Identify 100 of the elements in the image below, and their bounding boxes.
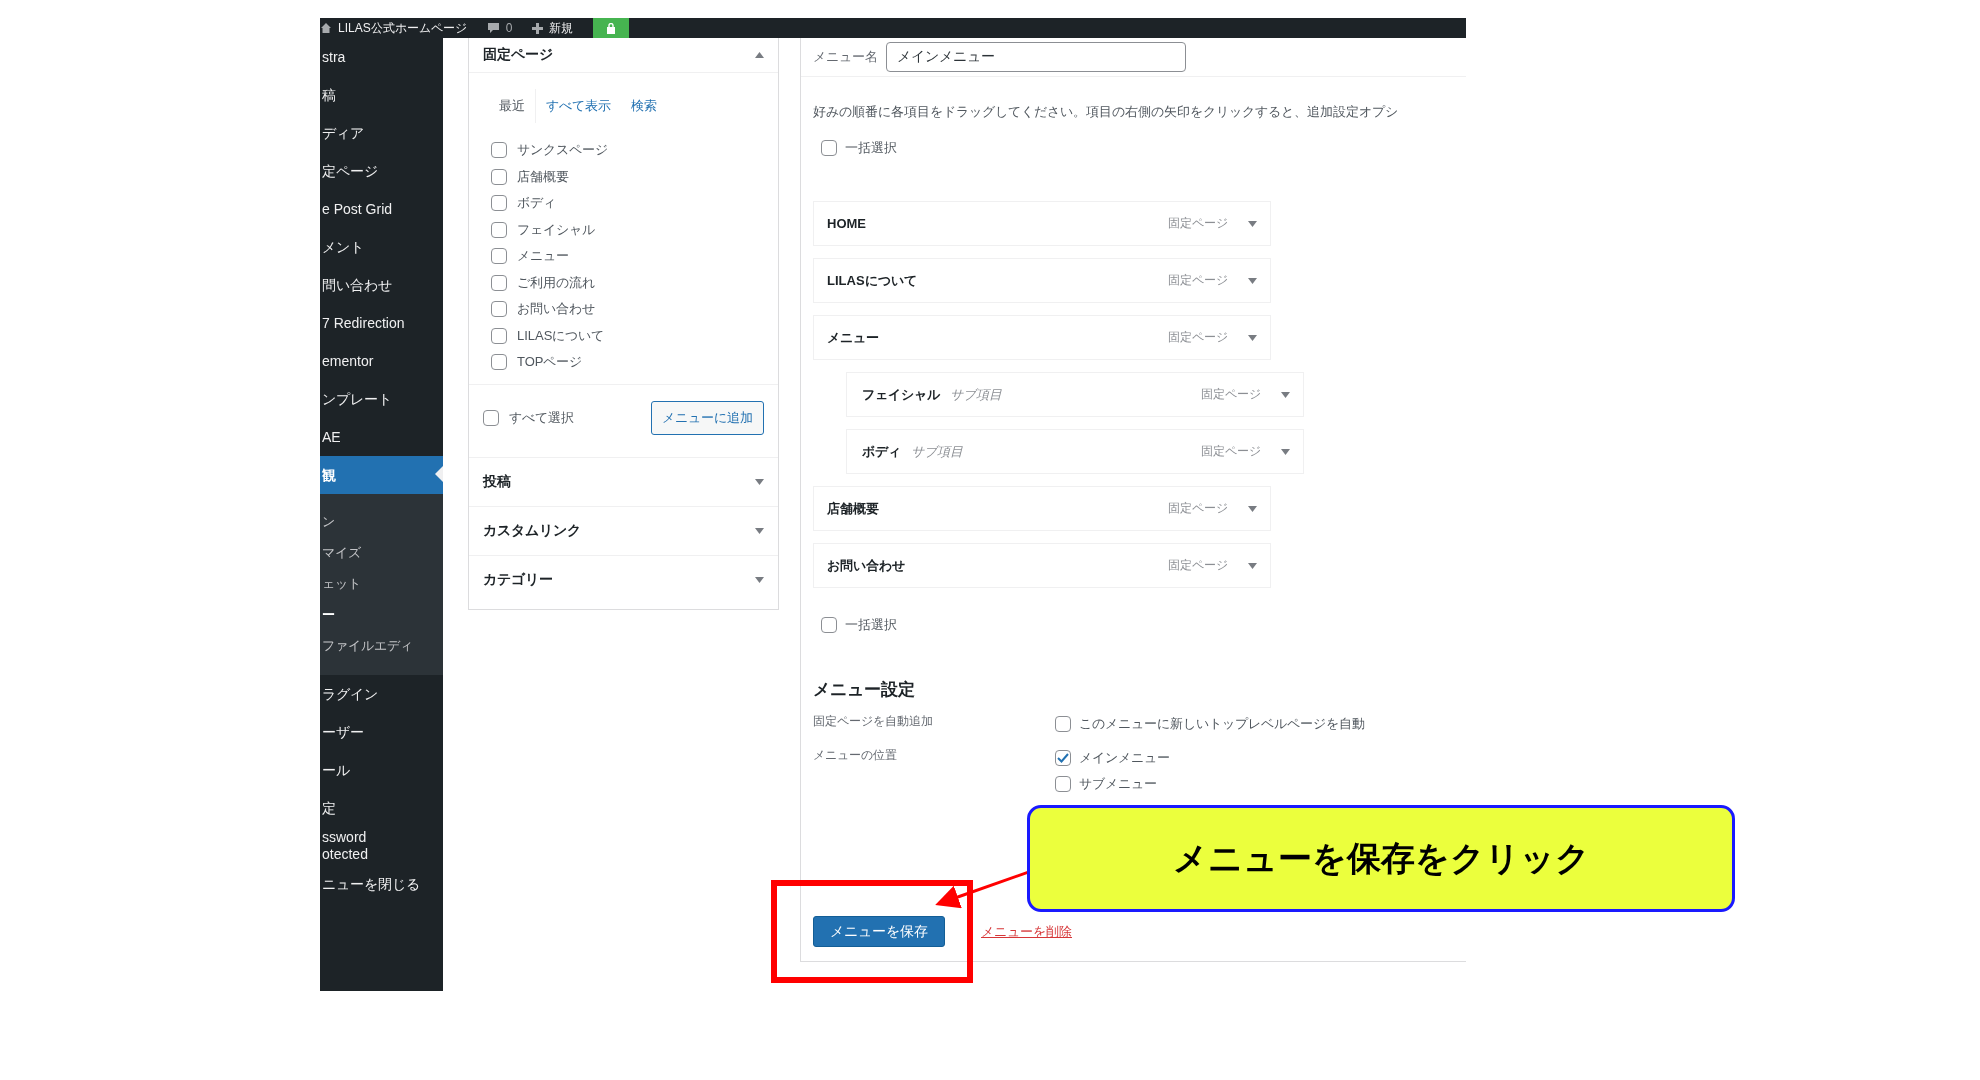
page-label: LILASについて xyxy=(517,326,605,345)
item-type-label: 固定ページ xyxy=(1168,215,1228,232)
lock-icon[interactable] xyxy=(593,18,630,38)
menu-item[interactable]: メニュー 固定ページ xyxy=(813,315,1271,360)
submenu-item[interactable]: ファイルエディ xyxy=(320,630,443,661)
checkbox[interactable] xyxy=(491,142,507,159)
submenu-item[interactable]: ー xyxy=(320,599,443,630)
sidebar-item[interactable]: 定 xyxy=(320,789,443,827)
sidebar-item[interactable]: 定ページ xyxy=(320,152,443,190)
section-title[interactable]: 固定ページ xyxy=(483,46,553,64)
caret-icon[interactable] xyxy=(1281,448,1290,455)
sidebar-item[interactable]: 7 Redirection xyxy=(320,304,443,342)
page-label: TOPページ xyxy=(517,353,583,372)
sidebar-item[interactable]: メント xyxy=(320,228,443,266)
checkbox[interactable] xyxy=(491,195,507,212)
option-label: このメニューに新しいトップレベルページを自動 xyxy=(1079,715,1365,733)
sub-item-label: サブ項目 xyxy=(950,385,1002,404)
page-label: ご利用の流れ xyxy=(517,273,595,292)
sidebar-item[interactable]: ssword otected xyxy=(320,827,443,865)
sidebar-item[interactable]: 問い合わせ xyxy=(320,266,443,304)
option-label: サブメニュー xyxy=(1079,775,1157,793)
checkbox[interactable] xyxy=(491,221,507,238)
menu-item-title: HOME xyxy=(827,216,866,231)
checkbox[interactable] xyxy=(491,248,507,265)
item-type-label: 固定ページ xyxy=(1168,272,1228,289)
checkbox[interactable] xyxy=(821,140,837,156)
checkbox[interactable] xyxy=(491,301,507,318)
menu-item-title: ボディ xyxy=(862,442,901,461)
page-label: 店舗概要 xyxy=(517,167,569,186)
caret-icon[interactable] xyxy=(755,576,764,583)
home-icon[interactable] xyxy=(320,22,332,34)
caret-icon[interactable] xyxy=(1248,220,1257,227)
menu-name-field[interactable]: メインメニュー xyxy=(886,42,1186,72)
menu-item[interactable]: 店舗概要 固定ページ xyxy=(813,486,1271,531)
sidebar-item[interactable]: ーザー xyxy=(320,713,443,751)
checkbox[interactable] xyxy=(1055,750,1071,766)
item-type-label: 固定ページ xyxy=(1201,443,1261,460)
sidebar-item[interactable]: 稿 xyxy=(320,76,443,114)
setting-label: メニューの位置 xyxy=(813,747,898,764)
menu-item[interactable]: LILASについて 固定ページ xyxy=(813,258,1271,303)
section-title[interactable]: 投稿 xyxy=(483,472,511,491)
menu-name-label: メニュー名 xyxy=(813,48,878,66)
site-name-link[interactable]: LILAS公式ホームページ xyxy=(338,19,467,37)
menu-item-title: メニュー xyxy=(827,328,879,347)
caret-icon[interactable] xyxy=(1281,391,1290,398)
tab[interactable]: すべて表示 xyxy=(536,89,621,123)
settings-heading: メニュー設定 xyxy=(813,679,916,701)
sidebar-item[interactable]: stra xyxy=(320,38,443,76)
checkbox[interactable] xyxy=(1055,716,1071,732)
checkbox[interactable] xyxy=(491,168,507,185)
comment-icon[interactable] xyxy=(486,22,500,34)
caret-icon[interactable] xyxy=(1248,505,1257,512)
caret-icon[interactable] xyxy=(755,478,764,485)
sidebar-item[interactable]: ンプレート xyxy=(320,380,443,418)
delete-menu-link[interactable]: メニューを削除 xyxy=(981,922,1072,941)
sidebar-item[interactable]: 観 xyxy=(320,456,443,494)
tab[interactable]: 最近 xyxy=(489,89,536,123)
sidebar-item[interactable]: ール xyxy=(320,751,443,789)
sidebar-item[interactable]: AE xyxy=(320,418,443,456)
save-menu-button[interactable]: メニューを保存 xyxy=(813,916,945,947)
checkbox[interactable] xyxy=(491,327,507,344)
menu-item[interactable]: お問い合わせ 固定ページ xyxy=(813,543,1271,588)
page-label: お問い合わせ xyxy=(517,300,595,319)
instructions-text: 好みの順番に各項目をドラッグしてください。項目の右側の矢印をクリックすると、追加設定オプシ xyxy=(813,103,1399,121)
callout-text: メニューを保存をクリック xyxy=(1027,805,1735,912)
sidebar-item[interactable]: ementor xyxy=(320,342,443,380)
page-label: サンクスページ xyxy=(517,141,608,160)
menu-item-title: 店舗概要 xyxy=(827,499,879,518)
page-label: ボディ xyxy=(517,194,556,213)
caret-icon[interactable] xyxy=(755,527,764,534)
checkbox[interactable] xyxy=(491,274,507,291)
sidebar-item[interactable]: ディア xyxy=(320,114,443,152)
notch-icon xyxy=(435,466,443,482)
menu-item[interactable]: HOME 固定ページ xyxy=(813,201,1271,246)
section-title[interactable]: カスタムリンク xyxy=(483,521,581,540)
menu-item-title: LILASについて xyxy=(827,271,917,290)
menu-item-title: お問い合わせ xyxy=(827,556,905,575)
sidebar-item[interactable]: ラグイン xyxy=(320,675,443,713)
checkbox[interactable] xyxy=(491,354,507,371)
submenu-item[interactable]: ェット xyxy=(320,568,443,599)
plus-icon[interactable] xyxy=(532,22,544,34)
tab[interactable]: 検索 xyxy=(621,89,667,123)
sidebar-item[interactable]: ニューを閉じる xyxy=(320,865,443,903)
caret-icon[interactable] xyxy=(755,52,764,58)
new-link[interactable]: 新規 xyxy=(549,19,574,37)
caret-icon[interactable] xyxy=(1248,334,1257,341)
caret-icon[interactable] xyxy=(1248,277,1257,284)
checkbox[interactable] xyxy=(483,409,499,426)
section-title[interactable]: カテゴリー xyxy=(483,570,553,589)
checkbox[interactable] xyxy=(1055,776,1071,792)
add-to-menu-button[interactable]: メニューに追加 xyxy=(651,400,764,435)
sidebar-item[interactable]: e Post Grid xyxy=(320,190,443,228)
page-label: メニュー xyxy=(517,247,569,266)
caret-icon[interactable] xyxy=(1248,562,1257,569)
checkbox[interactable] xyxy=(821,617,837,633)
submenu-item[interactable]: マイズ xyxy=(320,537,443,568)
bulk-select-label: 一括選択 xyxy=(845,139,897,157)
submenu-item[interactable]: ン xyxy=(320,506,443,537)
menu-item[interactable]: ボディ サブ項目 固定ページ xyxy=(846,429,1304,474)
menu-item[interactable]: フェイシャル サブ項目 固定ページ xyxy=(846,372,1304,417)
